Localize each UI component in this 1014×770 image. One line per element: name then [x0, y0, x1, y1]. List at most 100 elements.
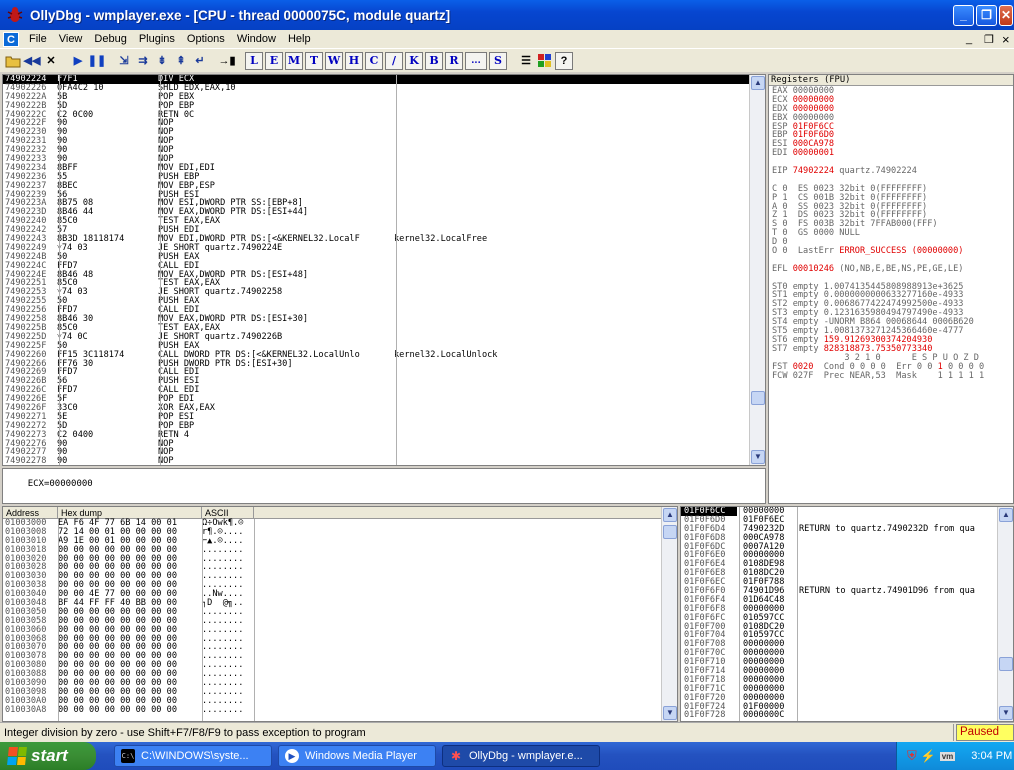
stack-row[interactable]: 01F0F70C 00000000	[681, 649, 1013, 658]
vmware-tools-icon[interactable]: vm	[939, 751, 956, 761]
menu-view[interactable]: View	[53, 33, 89, 45]
patches-window-button[interactable]: /	[385, 51, 403, 70]
rewind-icon[interactable]: ◀◀	[23, 52, 41, 70]
close-program-icon[interactable]: ✕	[42, 52, 60, 70]
disasm-row[interactable]: 74902239 56 PUSH ESI	[3, 190, 765, 200]
cpu-window-button[interactable]: C	[365, 51, 383, 70]
title-bar[interactable]: OllyDbg - wmplayer.exe - [CPU - thread 0…	[0, 0, 1014, 30]
disasm-row[interactable]: 74902266 FF76 30 PUSH DWORD PTR DS:[ESI+30…	[3, 359, 765, 369]
stack-row[interactable]: 01F0F704 010597CC	[681, 631, 1013, 640]
stack-row[interactable]: 01F0F6FC 010597CC	[681, 613, 1013, 623]
disasm-row[interactable]: 74902276 90 NOP	[3, 439, 765, 449]
dump-col-address[interactable]: Address	[3, 507, 58, 518]
execute-till-return-icon[interactable]: ↵	[191, 52, 209, 70]
disasm-row[interactable]: 7490226B 56 PUSH ESI	[3, 377, 765, 386]
disasm-row[interactable]: 74902273 C2 0400 RETN 4	[3, 430, 765, 440]
stack-row[interactable]: 01F0F6D8 000CA978	[681, 533, 1013, 543]
list-icon[interactable]: ☰	[517, 52, 535, 70]
stack-row[interactable]: 01F0F6D4 7490232D RETURN to quartz.7490232…	[681, 524, 1013, 534]
disasm-row[interactable]: 7490223D 8B46 44 MOV EAX,DWORD PTR DS:[ESI…	[3, 208, 765, 217]
stack-list[interactable]: 01F0F6CC 00000000 01F0F6D0 01F0F6EC 01F0F6D4…	[681, 507, 1013, 720]
disasm-row[interactable]: 74902255 50 PUSH EAX	[3, 297, 765, 306]
run-icon[interactable]: ▶	[69, 52, 87, 70]
disasm-row[interactable]: 74902260 FF15 3C118174 CALL DWORD PTR DS:[…	[3, 350, 765, 360]
disasm-row[interactable]: 7490225B 85C0 TEST EAX,EAX	[3, 324, 765, 333]
disasm-row[interactable]: 7490224E 8B46 48 MOV EAX,DWORD PTR DS:[ESI…	[3, 270, 765, 280]
dump-col-ascii[interactable]: ASCII	[202, 507, 254, 518]
menu-window[interactable]: Window	[231, 33, 282, 45]
stack-row[interactable]: 01F0F6E4 0108DE98	[681, 560, 1013, 569]
disasm-row[interactable]: 74902224 F7F1 DIV ECX	[3, 75, 765, 84]
child-minimize-button[interactable]: _	[966, 33, 972, 45]
taskbar-item-cmd[interactable]: C:\ C:\WINDOWS\syste...	[114, 745, 272, 767]
stack-row[interactable]: 01F0F720 00000000	[681, 693, 1013, 703]
scroll-up-arrow-icon[interactable]: ▲	[751, 76, 765, 90]
disasm-row[interactable]: 74902226 0FA4C2 10 SHLD EDX,EAX,10	[3, 83, 765, 93]
child-restore-button[interactable]: ❐	[984, 33, 994, 46]
stack-row[interactable]: 01F0F6E8 0108DC20	[681, 569, 1013, 578]
dump-row[interactable]: 010030A8 00 00 00 00 00 00 00 00........	[3, 705, 677, 715]
stack-pane[interactable]: 01F0F6CC 00000000 01F0F6D0 01F0F6EC 01F0F6D4…	[680, 506, 1014, 722]
disasm-row[interactable]: 74902277 90 NOP	[3, 448, 765, 457]
call-stack-window-button[interactable]: K	[405, 51, 423, 70]
dump-pane[interactable]: Address Hex dump ASCII 01003000 EA F6 4F …	[2, 506, 678, 722]
scroll-up-arrow-icon[interactable]: ▲	[663, 508, 677, 522]
disasm-row[interactable]: 7490224B 50 PUSH EAX	[3, 252, 765, 262]
disasm-row[interactable]: 7490225D ˅74 0C JE SHORT quartz.7490226B	[3, 332, 765, 342]
run-trace-window-button[interactable]: ...	[465, 51, 487, 70]
menu-file[interactable]: File	[23, 33, 53, 45]
stack-row[interactable]: 01F0F710 00000000	[681, 658, 1013, 667]
security-shield-icon[interactable]: ⛨	[907, 748, 917, 764]
disasm-row[interactable]: 74902243 8B3D 18118174 MOV EDI,DWORD PTR D…	[3, 235, 765, 244]
register-line[interactable]: EFL 00010246 (NO,NB,E,BE,NS,PE,GE,LE)	[769, 264, 1013, 274]
step-into-icon[interactable]: ⇲	[115, 52, 133, 70]
start-button[interactable]: start	[0, 742, 96, 770]
disasm-row[interactable]: 7490226C FFD7 CALL EDI	[3, 386, 765, 395]
stack-row[interactable]: 01F0F6F0 74901D96 RETURN to quartz.74901D9…	[681, 587, 1013, 596]
stack-row[interactable]: 01F0F714 00000000	[681, 667, 1013, 676]
registers-header[interactable]: Registers (FPU)	[769, 75, 1013, 86]
trace-over-icon[interactable]: ⇞	[172, 52, 190, 70]
handles-window-button[interactable]: H	[345, 51, 363, 70]
disasm-row[interactable]: 7490226F 33C0 XOR EAX,EAX	[3, 404, 765, 413]
taskbar-item-ollydbg[interactable]: ✱ OllyDbg - wmplayer.e...	[442, 745, 600, 767]
disasm-row[interactable]: 74902237 8BEC MOV EBP,ESP	[3, 181, 765, 191]
disasm-row[interactable]: 7490226E 5F POP EDI	[3, 395, 765, 404]
close-button[interactable]: ✕	[999, 5, 1013, 26]
menu-help[interactable]: Help	[282, 33, 317, 45]
disasm-row[interactable]: 74902249 ˅74 03 JE SHORT quartz.7490224E	[3, 244, 765, 253]
scroll-down-arrow-icon[interactable]: ▼	[999, 706, 1013, 720]
dump-scrollbar[interactable]: ▲ ▼	[661, 507, 677, 721]
disasm-row[interactable]: 74902278 90 NOP	[3, 457, 765, 465]
go-to-icon[interactable]: →▮	[218, 52, 236, 70]
disasm-row[interactable]: 74902256 FFD7 CALL EDI	[3, 306, 765, 315]
disassembly-pane[interactable]: 74902224 F7F1 DIV ECX 74902226 0FA4C2 10 SHLD…	[2, 74, 766, 466]
registers-list[interactable]: EAX 00000000 ECX 00000000 EDX 00000000 EBX …	[769, 86, 1013, 380]
disasm-row[interactable]: 74902236 55 PUSH EBP	[3, 172, 765, 182]
threads-window-button[interactable]: T	[305, 51, 323, 70]
log-window-button[interactable]: L	[245, 51, 263, 70]
menu-options[interactable]: Options	[181, 33, 231, 45]
disasm-row[interactable]: 74902253 ˅74 03 JE SHORT quartz.74902258	[3, 288, 765, 297]
cpu-window-icon[interactable]: C	[3, 31, 19, 47]
scroll-down-arrow-icon[interactable]: ▼	[663, 706, 677, 720]
stack-row[interactable]: 01F0F71C 00000000	[681, 684, 1013, 694]
register-line[interactable]: O 0 LastErr ERROR_SUCCESS (00000000)	[769, 247, 1013, 256]
pause-icon[interactable]: ❚❚	[88, 52, 106, 70]
scroll-thumb[interactable]	[999, 657, 1013, 671]
stack-row[interactable]: 01F0F6F4 01D64C48	[681, 596, 1013, 605]
scroll-down-arrow-icon[interactable]: ▼	[751, 450, 765, 464]
taskbar-item-wmp[interactable]: ▶ Windows Media Player	[278, 745, 436, 767]
disasm-row[interactable]: 74902258 8B46 30 MOV EAX,DWORD PTR DS:[ESI…	[3, 315, 765, 324]
disasm-row[interactable]: 74902232 90 NOP	[3, 146, 765, 155]
dump-list[interactable]: 01003000 EA F6 4F 77 6B 14 00 01 Ω÷Owk¶.☺ 0…	[3, 519, 677, 715]
disasm-row[interactable]: 74902240 85C0 TEST EAX,EAX	[3, 217, 765, 226]
appearance-grid-icon[interactable]	[536, 52, 554, 70]
disasm-row[interactable]: 7490224C FFD7 CALL EDI	[3, 261, 765, 271]
menu-plugins[interactable]: Plugins	[133, 33, 181, 45]
disassembly-scrollbar[interactable]: ▲ ▼	[749, 75, 765, 465]
source-window-button[interactable]: S	[489, 51, 507, 70]
registers-pane[interactable]: Registers (FPU) EAX 00000000 ECX 00000000…	[768, 74, 1014, 504]
modules-window-button[interactable]: E	[265, 51, 283, 70]
scroll-up-arrow-icon[interactable]: ▲	[999, 508, 1013, 522]
